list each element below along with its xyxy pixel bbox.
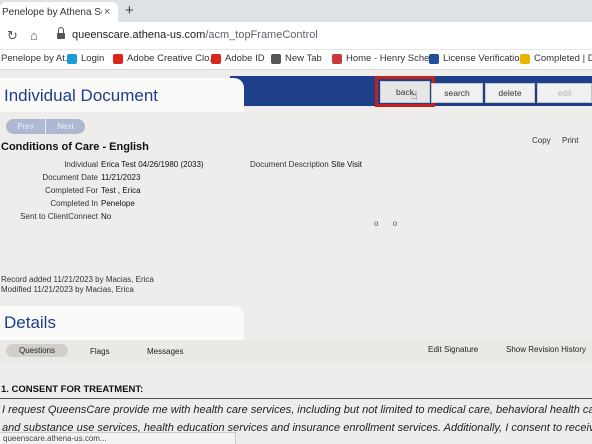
bookmark-label: Login <box>81 53 105 64</box>
tab-messages[interactable]: Messages <box>147 347 183 356</box>
close-icon[interactable]: × <box>104 6 110 18</box>
bookmark-label: New Tab <box>285 53 322 64</box>
bookmark-item[interactable]: Adobe Creative Clo... <box>113 53 217 64</box>
bookmark-item[interactable]: License Verification <box>429 53 525 64</box>
app-frame: Individual Document back ☝ search delete… <box>0 70 592 444</box>
print-link[interactable]: Print <box>562 136 578 145</box>
highlight-box <box>375 76 435 107</box>
prev-button[interactable]: Prev <box>6 119 45 134</box>
bookmark-item[interactable]: Home - Henry Sche... <box>332 53 437 64</box>
edit-button[interactable]: edit <box>537 83 592 103</box>
adobe-icon <box>211 53 221 64</box>
show-revision-history-link[interactable]: Show Revision History <box>506 345 586 354</box>
tab-questions[interactable]: Questions <box>6 344 68 357</box>
reload-icon[interactable]: ↻ <box>7 28 18 44</box>
henry-schein-icon <box>332 53 342 64</box>
adobe-icon <box>113 53 123 64</box>
completed-for-label: Completed For <box>45 186 98 195</box>
consent-text-line: I request QueensCare provide me with hea… <box>2 404 592 416</box>
consent-heading: 1. CONSENT FOR TREATMENT: <box>1 384 144 395</box>
title-tab: Individual Document <box>0 78 244 112</box>
individual-value: Erica Test 04/26/1980 (2033) <box>101 160 204 169</box>
bookmark-item[interactable]: Adobe ID <box>211 53 265 64</box>
bookmarks-bar: Penelope by At... Login Adobe Creative Clo… <box>0 50 592 70</box>
bookmark-label: Adobe Creative Clo... <box>127 53 218 64</box>
loading-indicator: o o <box>374 219 404 228</box>
next-button[interactable]: Next <box>46 119 85 134</box>
page-title: Individual Document <box>4 86 159 105</box>
bookmark-label: License Verification <box>443 53 525 64</box>
bookmark-item[interactable]: New Tab <box>271 53 322 64</box>
record-modified: Modified 11/21/2023 by Macias, Erica <box>1 285 134 294</box>
license-icon <box>429 53 439 64</box>
browser-toolbar: ↻ ⌂ queenscare.athena-us.com/acm_topFram… <box>0 22 592 50</box>
document-name: Conditions of Care - English <box>1 141 149 153</box>
tab-flags[interactable]: Flags <box>90 347 110 356</box>
browser-tab-title: Penelope by Athena Softwa <box>2 6 102 18</box>
hand-cursor-icon: ☝ <box>411 90 418 102</box>
details-subtabs: Questions Flags Messages Edit Signature … <box>0 340 592 362</box>
bookmark-label: Penelope by At... <box>1 53 73 64</box>
completed-in-value: Penelope <box>101 199 135 208</box>
document-description-value: Site Visit <box>331 160 362 169</box>
individual-label: Individual <box>64 160 98 169</box>
record-added: Record added 11/21/2023 by Macias, Erica <box>1 275 154 284</box>
details-tab: Details <box>0 306 244 340</box>
divider <box>0 398 592 399</box>
bookmark-label: Completed | Do <box>534 53 592 64</box>
status-url: queenscare.athena-us.com... <box>0 432 236 444</box>
bookmark-label: Home - Henry Sche... <box>346 53 438 64</box>
edit-signature-link[interactable]: Edit Signature <box>428 345 478 354</box>
bookmark-label: Adobe ID <box>225 53 265 64</box>
bookmark-item[interactable]: Penelope by At... <box>0 53 73 64</box>
download-icon <box>520 53 530 64</box>
sent-to-clientconnect-value: No <box>101 212 112 221</box>
url-path: /acm_topFrameControl <box>205 29 318 41</box>
browser-tab[interactable]: Penelope by Athena Softwa × <box>0 2 118 22</box>
browser-tab-strip: Penelope by Athena Softwa × + <box>0 0 592 22</box>
sent-to-clientconnect-label: Sent to ClientConnect <box>20 212 98 221</box>
url-host: queenscare.athena-us.com <box>72 29 206 41</box>
document-description-label: Document Description <box>250 160 329 169</box>
search-button[interactable]: search <box>431 83 483 103</box>
bookmark-item[interactable]: Completed | Do <box>520 53 592 64</box>
completed-in-label: Completed In <box>50 199 98 208</box>
address-bar[interactable]: queenscare.athena-us.com/acm_topFrameCon… <box>72 29 318 41</box>
copy-link[interactable]: Copy <box>532 136 551 145</box>
pager: Prev Next <box>6 119 85 134</box>
document-date-label: Document Date <box>42 173 98 182</box>
home-icon[interactable]: ⌂ <box>30 28 38 43</box>
delete-button[interactable]: delete <box>485 83 535 103</box>
completed-for-value: Test , Erica <box>101 186 141 195</box>
new-tab-icon[interactable]: + <box>125 2 134 20</box>
salesforce-icon <box>67 53 77 64</box>
globe-icon <box>271 53 281 64</box>
details-title: Details <box>4 313 56 332</box>
lock-icon[interactable] <box>57 27 65 40</box>
document-date-value: 11/21/2023 <box>101 173 141 182</box>
bookmark-item[interactable]: Login <box>67 53 104 64</box>
